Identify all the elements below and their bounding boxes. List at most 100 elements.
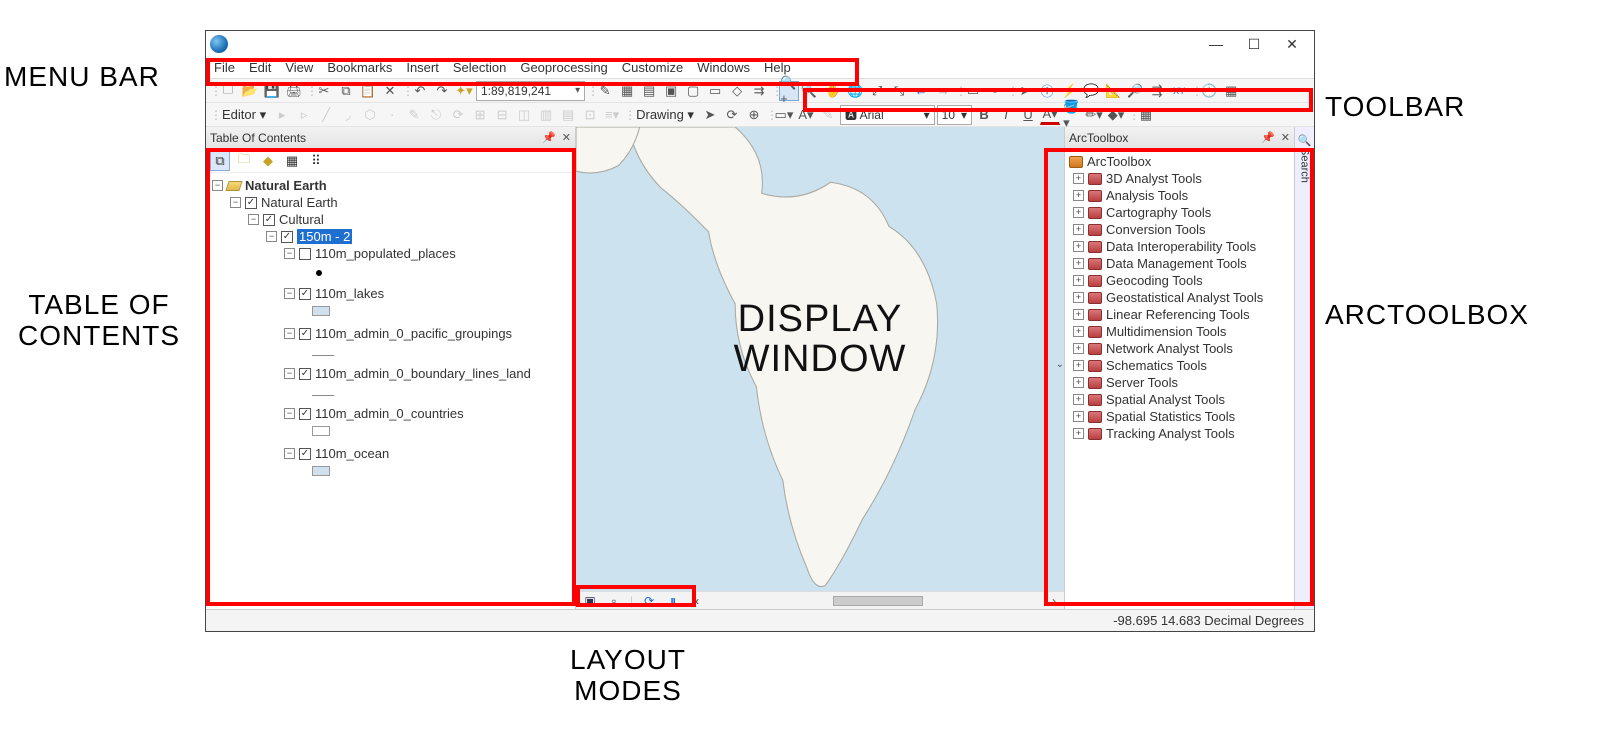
expand-icon[interactable]: +: [1073, 275, 1084, 286]
expand-icon[interactable]: +: [1073, 173, 1084, 184]
edit-tool-icon[interactable]: ▸: [272, 105, 292, 125]
toc-group[interactable]: Cultural: [279, 212, 324, 227]
arctoolbox-tree[interactable]: ArcToolbox +3D Analyst Tools+Analysis To…: [1065, 149, 1294, 609]
back-icon[interactable]: ←: [911, 81, 931, 101]
underline-icon[interactable]: U: [1018, 105, 1038, 125]
edit-tool-icon[interactable]: ▹: [294, 105, 314, 125]
model-builder-icon[interactable]: ⇉: [749, 81, 769, 101]
pan-icon[interactable]: ✋: [823, 81, 843, 101]
menu-windows[interactable]: Windows: [697, 60, 750, 75]
layer-label[interactable]: 110m_admin_0_countries: [315, 406, 464, 421]
refresh-icon[interactable]: ⟳: [641, 594, 657, 608]
layer-label[interactable]: 110m_admin_0_boundary_lines_land: [315, 366, 531, 381]
collapse-icon[interactable]: −: [284, 368, 295, 379]
catalog-icon[interactable]: ▣: [661, 81, 681, 101]
expand-icon[interactable]: +: [1073, 224, 1084, 235]
edit-tool-icon[interactable]: ⊡: [580, 105, 600, 125]
zoom-in-icon[interactable]: 🔍+: [779, 81, 799, 101]
forward-icon[interactable]: →: [933, 81, 953, 101]
layer-label[interactable]: 110m_lakes: [315, 286, 384, 301]
toolbox-item[interactable]: +Spatial Statistics Tools: [1073, 408, 1290, 425]
toolbox-item[interactable]: +Analysis Tools: [1073, 187, 1290, 204]
expand-icon[interactable]: +: [1073, 309, 1084, 320]
drawing-dropdown[interactable]: Drawing ▾: [632, 107, 698, 123]
arctoolbox-root[interactable]: ArcToolbox: [1087, 154, 1151, 169]
menu-customize[interactable]: Customize: [622, 60, 683, 75]
expand-icon[interactable]: +: [1073, 360, 1084, 371]
clear-selection-icon[interactable]: ▫: [985, 81, 1005, 101]
toolbox-item[interactable]: +Geocoding Tools: [1073, 272, 1290, 289]
select-features-icon[interactable]: ▭: [963, 81, 983, 101]
new-icon[interactable]: 🗋: [218, 81, 238, 101]
bold-icon[interactable]: B: [974, 105, 994, 125]
checkbox[interactable]: [299, 248, 311, 260]
editor-toolbar-icon[interactable]: ✎: [595, 81, 615, 101]
toolbox-icon[interactable]: ▭: [705, 81, 725, 101]
maximize-button[interactable]: ☐: [1244, 36, 1264, 53]
pin-icon[interactable]: 📌: [1261, 131, 1275, 144]
layout-view-icon[interactable]: ▫: [606, 594, 622, 608]
toolbox-item[interactable]: +Server Tools: [1073, 374, 1290, 391]
expand-icon[interactable]: +: [1073, 343, 1084, 354]
undo-icon[interactable]: ↶: [410, 81, 430, 101]
collapse-icon[interactable]: −: [230, 197, 241, 208]
paste-icon[interactable]: 📋: [358, 81, 378, 101]
panel-close-icon[interactable]: ✕: [562, 131, 571, 144]
collapse-icon[interactable]: −: [284, 448, 295, 459]
select-elements-icon[interactable]: ➤: [1015, 81, 1035, 101]
toc-header[interactable]: Table Of Contents 📌✕: [206, 127, 575, 149]
viewer-icon[interactable]: ▦: [1221, 81, 1241, 101]
edit-tool-icon[interactable]: ✎: [404, 105, 424, 125]
toolbox-item[interactable]: +Schematics Tools: [1073, 357, 1290, 374]
edit-tool-icon[interactable]: ◞: [338, 105, 358, 125]
fixed-zoom-out-icon[interactable]: ⤡: [889, 81, 909, 101]
chevron-right-icon[interactable]: ›: [1044, 594, 1064, 608]
menu-selection[interactable]: Selection: [453, 60, 506, 75]
layer-label[interactable]: 110m_ocean: [315, 446, 389, 461]
toc-layer[interactable]: −110m_populated_places: [284, 245, 569, 262]
rectangle-icon[interactable]: ▭▾: [774, 105, 794, 125]
toc-layer[interactable]: −110m_admin_0_countries: [284, 405, 569, 422]
edit-tool-icon[interactable]: ⎋: [426, 105, 446, 125]
html-popup-icon[interactable]: 💬: [1081, 81, 1101, 101]
find-route-icon[interactable]: ⇶: [1147, 81, 1167, 101]
toc-layer-selected[interactable]: 150m - 2: [297, 229, 352, 244]
search-sidetab[interactable]: 🔍 Search: [1294, 127, 1314, 609]
toolbox-item[interactable]: +Spatial Analyst Tools: [1073, 391, 1290, 408]
toolbox-item[interactable]: +Conversion Tools: [1073, 221, 1290, 238]
search-window-icon[interactable]: ▢: [683, 81, 703, 101]
toolbox-item[interactable]: +3D Analyst Tools: [1073, 170, 1290, 187]
open-icon[interactable]: 📂: [240, 81, 260, 101]
expand-icon[interactable]: +: [1073, 207, 1084, 218]
add-data-icon[interactable]: ✦▾: [454, 81, 474, 101]
checkbox[interactable]: [281, 231, 293, 243]
expand-icon[interactable]: +: [1073, 411, 1084, 422]
toolbox-item[interactable]: +Data Management Tools: [1073, 255, 1290, 272]
list-by-drawing-order-icon[interactable]: ⧉: [210, 151, 230, 171]
goto-xy-icon[interactable]: XY: [1169, 81, 1189, 101]
font-color-icon[interactable]: A▾: [1040, 105, 1060, 125]
arctoolbox-header[interactable]: ArcToolbox 📌✕: [1065, 127, 1294, 149]
toolbar-icon[interactable]: ▤: [639, 81, 659, 101]
edit-tool-icon[interactable]: ⊟: [492, 105, 512, 125]
menu-view[interactable]: View: [285, 60, 313, 75]
collapse-icon[interactable]: −: [266, 231, 277, 242]
menu-bookmarks[interactable]: Bookmarks: [327, 60, 392, 75]
measure-icon[interactable]: 📐: [1103, 81, 1123, 101]
menu-edit[interactable]: Edit: [249, 60, 271, 75]
checkbox[interactable]: [245, 197, 257, 209]
checkbox[interactable]: [299, 368, 311, 380]
layer-label[interactable]: 110m_admin_0_pacific_groupings: [315, 326, 512, 341]
expand-icon[interactable]: +: [1073, 190, 1084, 201]
save-icon[interactable]: 💾: [262, 81, 282, 101]
toc-root[interactable]: Natural Earth: [245, 178, 327, 193]
menu-file[interactable]: File: [214, 60, 235, 75]
toolbox-item[interactable]: +Network Analyst Tools: [1073, 340, 1290, 357]
find-icon[interactable]: 🔎: [1125, 81, 1145, 101]
toolbox-item[interactable]: +Linear Referencing Tools: [1073, 306, 1290, 323]
collapse-icon[interactable]: −: [284, 288, 295, 299]
toc-layer[interactable]: − 110m_admin_0_boundary_lines_land: [284, 365, 569, 382]
line-color-icon[interactable]: ✏▾: [1084, 105, 1104, 125]
collapse-icon[interactable]: −: [248, 214, 259, 225]
text-icon[interactable]: A▾: [796, 105, 816, 125]
